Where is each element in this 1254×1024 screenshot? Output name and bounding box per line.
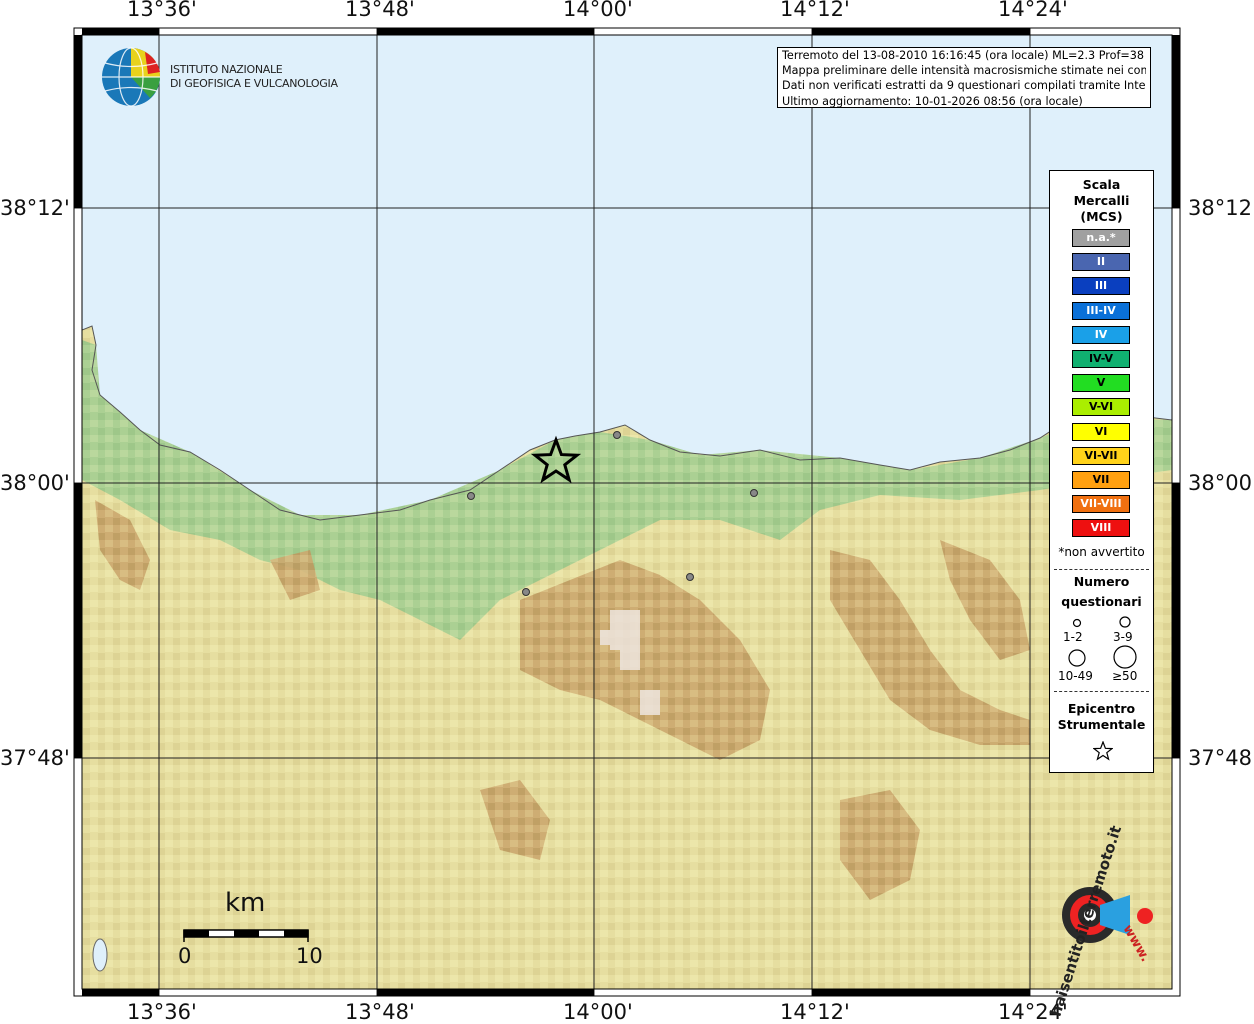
questionnaire-title: questionari bbox=[1061, 594, 1142, 609]
legend-swatch: VI bbox=[1072, 422, 1130, 441]
legend-title: Scala bbox=[1082, 177, 1121, 192]
lat-label-left: 38°00' bbox=[0, 471, 70, 495]
event-info-line: Ultimo aggiornamento: 10-01-2026 08:56 (… bbox=[782, 94, 1083, 108]
lon-label-top: 14°12' bbox=[780, 0, 850, 21]
event-info-line: Mappa preliminare delle intensità macros… bbox=[782, 64, 1146, 78]
institute-line: ISTITUTO NAZIONALE bbox=[170, 63, 283, 76]
size-label: 10-49 bbox=[1058, 669, 1093, 683]
institute-name: ISTITUTO NAZIONALE DI GEOFISICA E VULCAN… bbox=[170, 63, 338, 91]
lon-label-top: 13°48' bbox=[345, 0, 415, 21]
epicenter-star-icon bbox=[1093, 741, 1113, 761]
questionnaire-point bbox=[750, 489, 758, 497]
questionnaire-point bbox=[522, 588, 530, 596]
ingv-logo bbox=[102, 47, 160, 107]
questionnaire-point bbox=[613, 431, 621, 439]
lon-label-top: 14°24' bbox=[998, 0, 1068, 21]
size-label: ≥50 bbox=[1112, 669, 1138, 683]
lon-label-bottom: 13°36' bbox=[127, 1000, 197, 1024]
haisentito-prefix: www. bbox=[1119, 922, 1153, 965]
lat-label-right: 38°12' bbox=[1188, 196, 1254, 220]
scale-end: 10 bbox=[296, 944, 323, 968]
legend-swatch: VI-VII bbox=[1072, 446, 1130, 465]
lon-label-bottom: 13°48' bbox=[345, 1000, 415, 1024]
lon-label-bottom: 14°12' bbox=[780, 1000, 850, 1024]
legend-title: Mercalli bbox=[1073, 193, 1130, 208]
haisentito-watermark: haisentitoilterremoto.it www. bbox=[1030, 823, 1160, 1018]
event-info-line: Dati non verificati estratti da 9 questi… bbox=[782, 79, 1146, 93]
legend-swatch: n.a.* bbox=[1072, 229, 1130, 247]
lat-label-right: 38°00' bbox=[1188, 471, 1254, 495]
epicenter-title: Strumentale bbox=[1057, 717, 1146, 732]
legend-swatch: IV-V bbox=[1072, 350, 1130, 368]
scale-unit: km bbox=[225, 888, 266, 918]
lon-label-top: 14°00' bbox=[563, 0, 633, 21]
legend-title: (MCS) bbox=[1080, 209, 1123, 224]
lake bbox=[92, 938, 108, 972]
size-label: 3-9 bbox=[1113, 630, 1133, 644]
lat-label-left: 38°12' bbox=[0, 196, 70, 220]
epicenter-title: Epicentro bbox=[1067, 701, 1136, 716]
size-label: 1-2 bbox=[1063, 630, 1083, 644]
legend-swatch: VIII bbox=[1072, 519, 1130, 538]
event-info-line: Terremoto del 13-08-2010 16:16:45 (ora l… bbox=[782, 49, 1146, 62]
lat-label-right: 37°48' bbox=[1188, 746, 1254, 770]
questionnaire-point bbox=[686, 573, 694, 581]
legend-swatch: VII bbox=[1072, 471, 1130, 489]
lon-label-bottom: 14°00' bbox=[563, 1000, 633, 1024]
questionnaire-point bbox=[467, 492, 475, 500]
scale-start: 0 bbox=[178, 944, 192, 968]
legend-swatch: VII-VIII bbox=[1072, 495, 1130, 514]
legend-swatch: IV bbox=[1072, 325, 1130, 344]
lat-label-left: 37°48' bbox=[0, 746, 70, 770]
legend-swatch: III-IV bbox=[1072, 301, 1130, 320]
legend-swatch: II bbox=[1072, 253, 1130, 272]
institute-line: DI GEOFISICA E VULCANOLOGIA bbox=[170, 77, 338, 90]
legend-swatch: V-VI bbox=[1072, 398, 1130, 417]
legend-swatch: III bbox=[1072, 277, 1130, 296]
intensity-legend: Scala Mercalli (MCS) n.a.* II III III-IV IV I… bbox=[1049, 170, 1154, 773]
lon-label-top: 13°36' bbox=[127, 0, 197, 21]
non-avvertito-note: *non avvertito bbox=[1058, 545, 1145, 559]
legend-swatch: V bbox=[1072, 374, 1130, 393]
event-info-box: Terremoto del 13-08-2010 16:16:45 (ora l… bbox=[777, 47, 1151, 108]
questionnaire-title: Numero bbox=[1073, 574, 1130, 589]
